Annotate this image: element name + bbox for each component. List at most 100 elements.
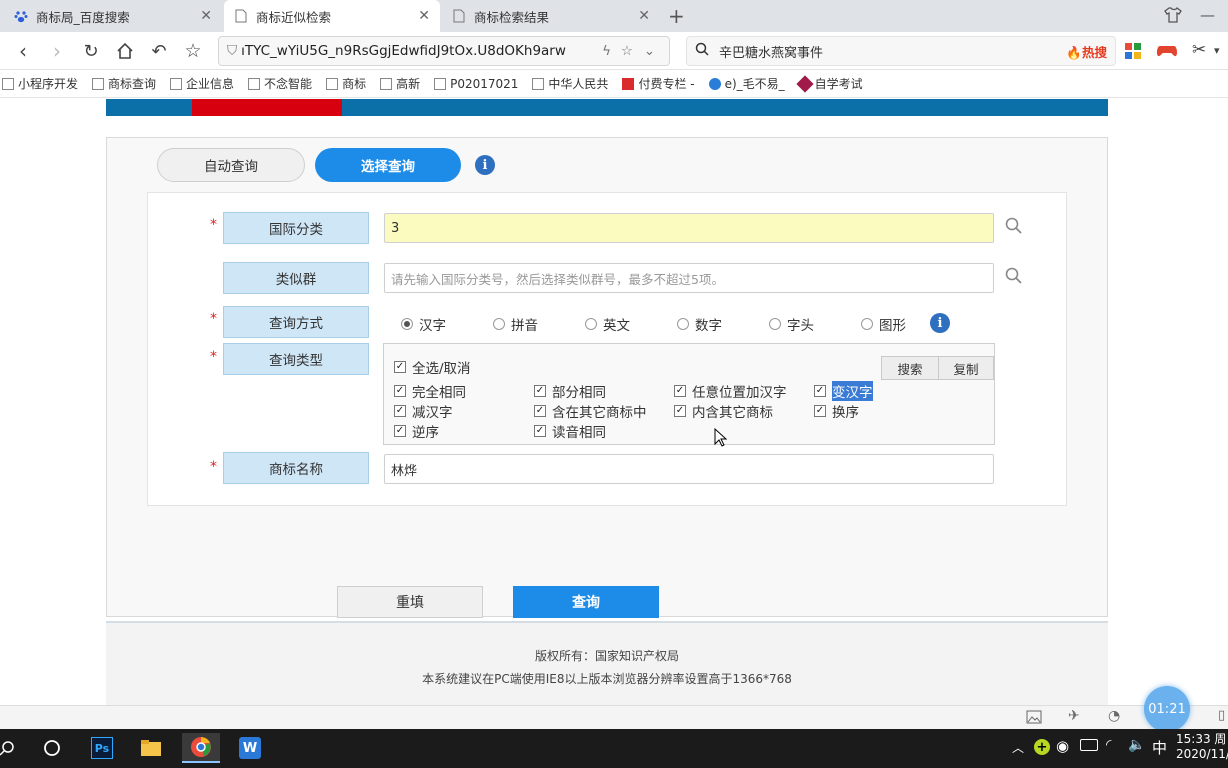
clock-date: 2020/11/: [1176, 747, 1228, 761]
plus-tray-icon[interactable]: +: [1034, 739, 1050, 755]
auto-query-tab[interactable]: 自动查询: [157, 148, 305, 182]
scissors-icon[interactable]: ✂: [1192, 40, 1206, 60]
browser-recommendation-text: 本系统建议在PC端使用IE8以上版本浏览器分辨率设置高于1366*768: [422, 672, 792, 686]
close-icon[interactable]: ✕: [638, 8, 650, 24]
bookmark-item[interactable]: 自学考试: [796, 75, 863, 92]
radio-hanzi[interactable]: 汉字: [401, 314, 446, 334]
back-icon[interactable]: ‹: [10, 38, 36, 64]
query-method-label: 查询方式: [223, 306, 369, 338]
address-bar[interactable]: ⛉ ıTYC_wYiU5G_n9RsGgjEdwfidJ9tOx.U8dOKh9…: [218, 36, 670, 66]
query-button[interactable]: 查询: [513, 586, 659, 618]
bookmark-item[interactable]: P02017021: [434, 77, 518, 91]
minimize-icon[interactable]: —: [1200, 6, 1215, 24]
chevron-down-icon[interactable]: ⌄: [644, 43, 655, 59]
search-icon[interactable]: [1005, 267, 1025, 287]
close-icon[interactable]: ✕: [418, 8, 430, 24]
ime-indicator[interactable]: 中: [1152, 737, 1167, 758]
bookmark-item[interactable]: e)_毛不易_: [708, 75, 785, 92]
bookmark-item[interactable]: 小程序开发: [2, 75, 78, 92]
select-query-tab[interactable]: 选择查询: [315, 148, 461, 182]
radio-dot: [493, 318, 505, 330]
type-checkbox[interactable]: ✓ 任意位置加汉字: [674, 381, 787, 401]
bookmark-item[interactable]: 不念智能: [248, 75, 312, 92]
bookmark-star-icon[interactable]: ☆: [621, 43, 633, 59]
chevron-down-icon[interactable]: ▾: [1214, 44, 1220, 57]
lightning-icon[interactable]: ϟ: [602, 43, 611, 59]
bookmark-item[interactable]: 商标: [326, 75, 366, 92]
bookmark-item[interactable]: 商标查询: [92, 75, 156, 92]
info-icon[interactable]: i: [930, 313, 950, 333]
task-view-icon[interactable]: [37, 733, 67, 763]
radio-initial[interactable]: 字头: [769, 314, 814, 334]
favorite-star-icon[interactable]: ☆: [180, 38, 206, 64]
type-checkbox[interactable]: ✓ 变汉字: [814, 381, 873, 401]
tab-trademark-similar-search[interactable]: 商标近似检索 ✕: [224, 0, 440, 32]
game-controller-icon[interactable]: [1156, 40, 1178, 60]
info-icon[interactable]: i: [475, 155, 495, 175]
undo-icon[interactable]: ↶: [146, 38, 172, 64]
type-checkbox[interactable]: ✓ 含在其它商标中: [534, 401, 647, 421]
apps-grid-icon[interactable]: [1124, 42, 1142, 60]
speaker-icon[interactable]: 🔈: [1128, 737, 1145, 753]
chevron-up-icon[interactable]: ︿: [1012, 739, 1024, 756]
similar-group-input[interactable]: 请先输入国际分类号，然后选择类似群号，最多不超过5项。: [384, 263, 994, 293]
radio-english[interactable]: 英文: [585, 314, 630, 334]
photoshop-icon[interactable]: Ps: [87, 733, 117, 763]
type-checkbox[interactable]: ✓ 读音相同: [534, 421, 606, 441]
folder-icon: [2, 77, 14, 90]
shirt-icon[interactable]: [1164, 6, 1182, 24]
check-icon: ✓: [394, 361, 406, 373]
type-checkbox[interactable]: ✓ 完全相同: [394, 381, 466, 401]
radio-number[interactable]: 数字: [677, 314, 722, 334]
wifi-icon[interactable]: ◜: [1106, 737, 1111, 753]
radio-graphic[interactable]: 图形: [861, 314, 906, 334]
check-icon: ✓: [674, 385, 686, 397]
bookmark-item[interactable]: 企业信息: [170, 75, 234, 92]
rocket-icon[interactable]: ✈: [1068, 708, 1080, 724]
diamond-logo-icon: [796, 75, 814, 92]
file-explorer-icon[interactable]: [136, 733, 166, 763]
type-checkbox[interactable]: ✓ 部分相同: [534, 381, 606, 401]
radio-dot: [861, 318, 873, 330]
trademark-name-input[interactable]: 林烨: [384, 454, 994, 484]
tab-baidu-search[interactable]: 商标局_百度搜索 ✕: [4, 0, 222, 32]
required-mark: *: [210, 217, 217, 233]
search-button[interactable]: 搜索: [881, 356, 939, 380]
new-tab-icon[interactable]: +: [668, 4, 685, 28]
intl-class-input[interactable]: 3: [384, 213, 994, 243]
search-text: 辛巴糖水燕窝事件: [719, 45, 824, 61]
type-checkbox[interactable]: ✓ 内含其它商标: [674, 401, 773, 421]
home-icon[interactable]: [112, 38, 138, 64]
browser-tab-strip: 商标局_百度搜索 ✕ 商标近似检索 ✕ 商标检索结果 ✕ + —: [0, 0, 1228, 32]
mouse-cursor-icon: [714, 427, 728, 452]
system-clock[interactable]: 15:33 周 2020/11/: [1176, 732, 1228, 762]
battery-icon[interactable]: [1080, 739, 1098, 751]
copy-button[interactable]: 复制: [938, 356, 994, 380]
tab-trademark-results[interactable]: 商标检索结果 ✕: [442, 0, 660, 32]
search-icon[interactable]: [1005, 217, 1025, 237]
bookmark-item[interactable]: 中华人民共: [532, 75, 608, 92]
penguin-icon[interactable]: ◉: [1056, 737, 1069, 755]
close-icon[interactable]: ✕: [200, 8, 212, 24]
type-checkbox[interactable]: ✓ 减汉字: [394, 401, 453, 421]
bookmark-item[interactable]: 付费专栏 -: [622, 75, 695, 92]
type-checkbox[interactable]: ✓ 换序: [814, 401, 859, 421]
image-icon[interactable]: [1026, 710, 1042, 724]
select-all-checkbox[interactable]: ✓ 全选/取消: [394, 357, 471, 377]
wps-writer-icon[interactable]: W: [235, 733, 265, 763]
trademark-name-label: 商标名称: [223, 452, 369, 484]
browser-status-bar: ✈ ◔ ▯: [0, 705, 1228, 729]
speed-icon[interactable]: ◔: [1108, 708, 1120, 724]
panel-icon[interactable]: ▯: [1218, 708, 1225, 723]
hot-search-badge[interactable]: 🔥热搜: [1066, 42, 1107, 61]
reset-button[interactable]: 重填: [337, 586, 483, 618]
browser-taskbar-icon[interactable]: [182, 733, 220, 763]
active-nav-item[interactable]: [192, 99, 342, 116]
search-icon[interactable]: [0, 733, 22, 763]
reload-icon[interactable]: ↻: [78, 38, 104, 64]
type-checkbox[interactable]: ✓ 逆序: [394, 421, 439, 441]
radio-pinyin[interactable]: 拼音: [493, 314, 538, 334]
forward-icon[interactable]: ›: [44, 38, 70, 64]
browser-search-box[interactable]: 辛巴糖水燕窝事件 🔥热搜: [686, 36, 1116, 66]
bookmark-item[interactable]: 高新: [380, 75, 420, 92]
